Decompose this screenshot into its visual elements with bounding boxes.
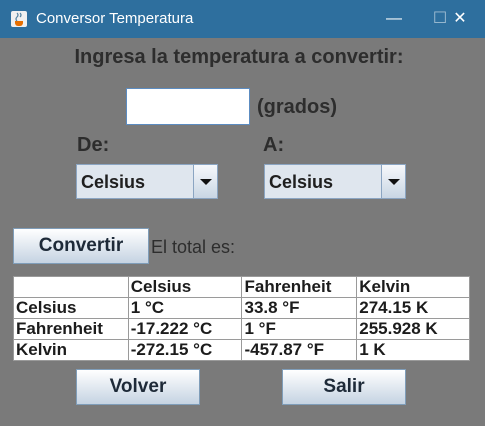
to-unit-value: Celsius [269, 172, 334, 192]
table-cell: Kelvin [13, 339, 129, 361]
to-unit-select[interactable]: Celsius [264, 164, 406, 199]
total-label: El total es: [151, 237, 236, 257]
table-cell: 255.928 K [356, 318, 470, 340]
from-label: De: [77, 134, 110, 156]
table-cell: Fahrenheit [13, 318, 129, 340]
chevron-down-icon[interactable] [193, 165, 217, 198]
chevron-down-icon[interactable] [381, 165, 405, 198]
table-cell: 1 °C [127, 297, 243, 319]
table-header-cell: Kelvin [356, 276, 470, 298]
from-unit-value: Celsius [81, 172, 146, 192]
minimize-button[interactable]: — [371, 0, 417, 38]
back-button[interactable]: Volver [76, 369, 200, 405]
table-row: Celsius 1 °C 33.8 °F 274.15 K [13, 297, 470, 319]
table-cell: 274.15 K [356, 297, 470, 319]
table-cell: 1 K [356, 339, 470, 361]
unit-label: (grados) [257, 96, 337, 118]
table-cell: -457.87 °F [241, 339, 358, 361]
table-cell: 33.8 °F [241, 297, 358, 319]
table-header-cell: Celsius [127, 276, 243, 298]
table-header-cell: Fahrenheit [241, 276, 358, 298]
java-coffee-icon [11, 11, 27, 27]
temperature-input[interactable] [126, 88, 250, 125]
table-cell: -272.15 °C [127, 339, 243, 361]
table-cell: -17.222 °C [127, 318, 243, 340]
table-row: Kelvin -272.15 °C -457.87 °F 1 K [13, 339, 470, 361]
table-cell: Celsius [13, 297, 129, 319]
table-row: Fahrenheit -17.222 °C 1 °F 255.928 K [13, 318, 470, 340]
to-label: A: [263, 134, 285, 156]
converter-panel: Ingresa la temperatura a convertir: (gra… [0, 38, 485, 426]
table-header-cell [13, 276, 129, 298]
convert-button[interactable]: Convertir [13, 228, 149, 264]
form-heading: Ingresa la temperatura a convertir: [74, 46, 404, 68]
table-cell: 1 °F [241, 318, 358, 340]
close-button[interactable]: ✕ [437, 0, 483, 38]
window-title: Conversor Temperatura [36, 10, 194, 27]
title-bar: Conversor Temperatura — ☐ ✕ [0, 0, 485, 38]
from-unit-select[interactable]: Celsius [76, 164, 218, 199]
exit-button[interactable]: Salir [282, 369, 406, 405]
table-header-row: Celsius Fahrenheit Kelvin [13, 276, 470, 298]
results-table: Celsius Fahrenheit Kelvin Celsius 1 °C 3… [13, 276, 470, 361]
